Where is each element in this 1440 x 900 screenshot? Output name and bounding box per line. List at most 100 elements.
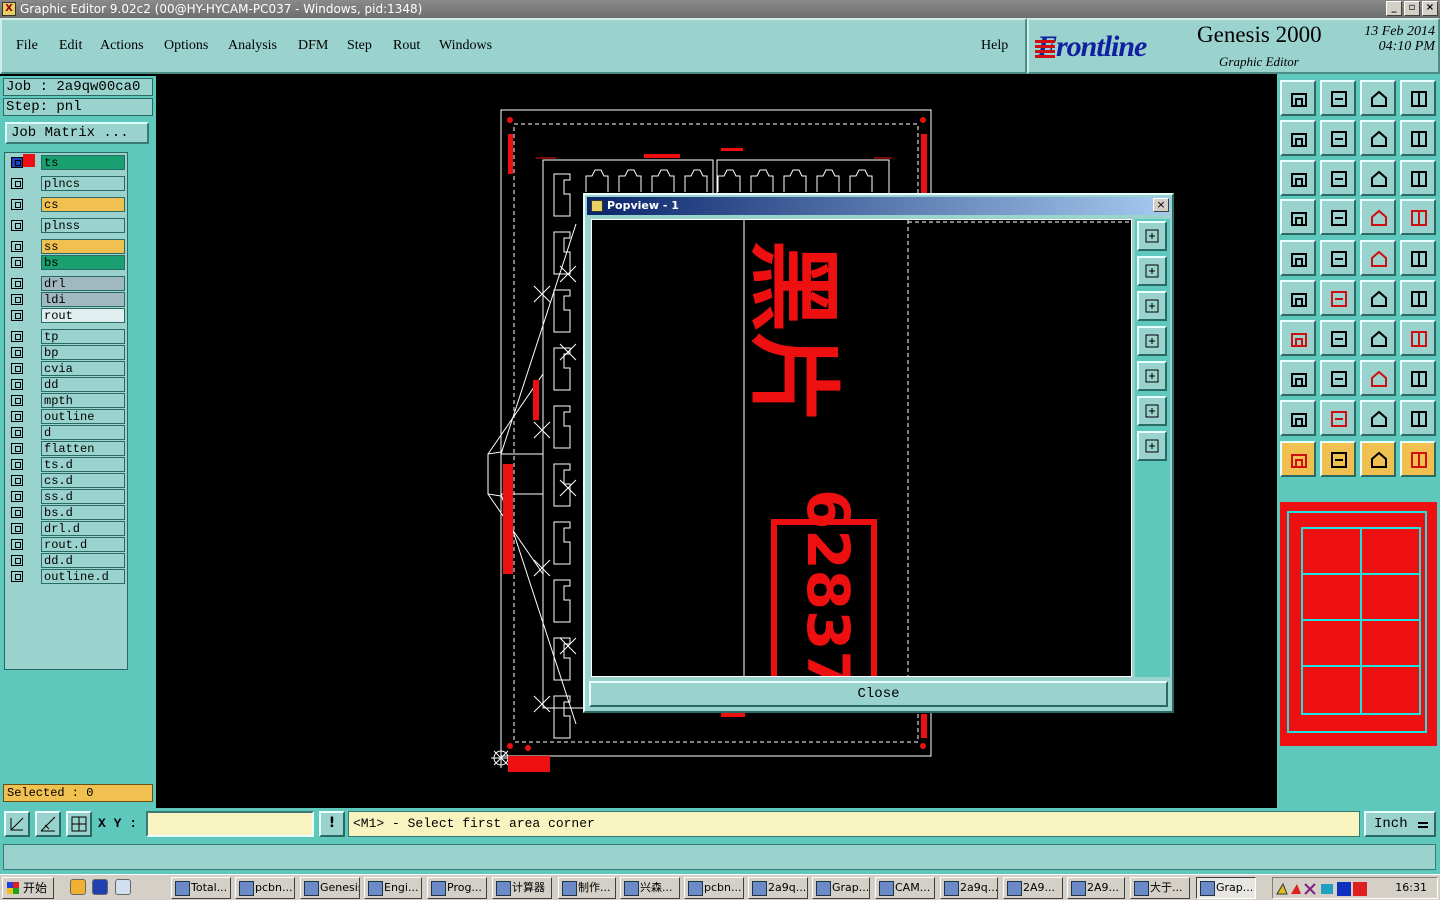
layer-row-cvia[interactable]: cvia (7, 361, 127, 376)
layer-row-rout-d[interactable]: rout.d (7, 537, 127, 552)
zoom-out-icon[interactable] (1360, 120, 1396, 156)
layer-checkbox[interactable] (11, 379, 23, 390)
home-layer-icon[interactable] (1280, 80, 1316, 116)
taskbar-item[interactable]: Grap... (1196, 877, 1256, 899)
layer-row-bp[interactable]: bp (7, 345, 127, 360)
layer-checkbox[interactable] (11, 157, 23, 168)
triangle-c-icon[interactable] (1360, 400, 1396, 436)
layer-row-dd-d[interactable]: dd.d (7, 553, 127, 568)
units-selector[interactable]: Inch (1364, 811, 1436, 837)
layer-row-d[interactable]: d (7, 425, 127, 440)
taskbar-item[interactable]: 2A9... (1003, 877, 1063, 899)
pointer-c-icon[interactable] (1360, 441, 1396, 477)
taskbar-item[interactable]: Prog... (427, 877, 487, 899)
layer-checkbox[interactable] (11, 427, 23, 438)
layer-row-ts[interactable]: ts (7, 154, 127, 170)
layer-checkbox[interactable] (11, 491, 23, 502)
taskbar-item[interactable]: CAM... (875, 877, 935, 899)
layer-checkbox[interactable] (11, 178, 23, 189)
taskbar-item[interactable]: 2a9q... (748, 877, 808, 899)
close-window-button[interactable]: × (1422, 1, 1438, 16)
popview-zoom-center-icon[interactable] (1137, 431, 1167, 461)
menu-analysis[interactable]: Analysis (228, 38, 277, 54)
popview-title-bar[interactable]: Popview - 1 (587, 197, 1170, 215)
app-icon[interactable]: X (2, 2, 16, 16)
settings-icon[interactable] (1280, 199, 1316, 235)
snap-icon[interactable] (4, 811, 30, 837)
layer-row-outline[interactable]: outline (7, 409, 127, 424)
taskbar-item[interactable]: Engi... (364, 877, 422, 899)
layer-checkbox[interactable] (11, 347, 23, 358)
dimension-icon[interactable] (1360, 360, 1396, 396)
angle-icon[interactable] (35, 811, 61, 837)
job-matrix-button[interactable]: Job Matrix ... (5, 122, 149, 144)
taskbar-item[interactable]: pcbn... (235, 877, 295, 899)
center-icon[interactable] (1320, 160, 1356, 196)
pan-right-icon[interactable] (1320, 120, 1356, 156)
taskbar-item[interactable]: 制作... (558, 877, 616, 899)
triangle-icon[interactable] (1280, 400, 1316, 436)
taskbar-item[interactable]: Total... (171, 877, 231, 899)
maximize-button[interactable]: ▫ (1404, 1, 1420, 16)
start-button[interactable]: 开始 (2, 877, 54, 899)
taskbar-item[interactable]: 2A9... (1067, 877, 1125, 899)
layer-row-mpth[interactable]: mpth (7, 393, 127, 408)
layer-checkbox[interactable] (11, 571, 23, 582)
layer-checkbox[interactable] (11, 443, 23, 454)
layer-checkbox[interactable] (11, 331, 23, 342)
taskbar-item[interactable]: Grap... (812, 877, 870, 899)
grid-icon[interactable] (66, 811, 92, 837)
layer-row-cs[interactable]: cs (7, 197, 127, 212)
pointer-b-icon[interactable] (1320, 441, 1356, 477)
menu-options[interactable]: Options (164, 38, 208, 54)
feature-select-icon[interactable] (1280, 240, 1316, 276)
layer-checkbox[interactable] (11, 363, 23, 374)
layer-checkbox[interactable] (11, 507, 23, 518)
popview-pan-left-icon[interactable] (1137, 326, 1167, 356)
layer-row-drl-d[interactable]: drl.d (7, 521, 127, 536)
popview-pan-right-icon[interactable] (1137, 361, 1167, 391)
layer-row-rout[interactable]: rout (7, 308, 127, 323)
layer-row-outline-d[interactable]: outline.d (7, 569, 127, 584)
pad-icon[interactable] (1400, 240, 1436, 276)
menu-windows[interactable]: Windows (439, 38, 492, 54)
layer-row-tp[interactable]: tp (7, 329, 127, 344)
alert-button[interactable]: ! (319, 811, 345, 837)
layer-checkbox[interactable] (11, 310, 23, 321)
layer-checkbox[interactable] (11, 523, 23, 534)
minimize-button[interactable]: _ (1386, 1, 1402, 16)
layer-row-plncs[interactable]: plncs (7, 176, 127, 191)
polygon-icon[interactable] (1280, 360, 1316, 396)
slash-icon[interactable] (1320, 320, 1356, 356)
popview-pan-up-icon[interactable] (1137, 256, 1167, 286)
measure-icon[interactable] (1360, 240, 1396, 276)
layer-checkbox[interactable] (11, 395, 23, 406)
net-compare-icon[interactable] (1400, 199, 1436, 235)
angle-icon[interactable] (1280, 320, 1316, 356)
layer-checkbox[interactable] (11, 278, 23, 289)
layer-row-ldi[interactable]: ldi (7, 292, 127, 307)
layer-checkbox[interactable] (11, 411, 23, 422)
layer-checkbox[interactable] (11, 220, 23, 231)
taskbar-item[interactable]: 2a9q... (940, 877, 998, 899)
text-icon[interactable] (1400, 320, 1436, 356)
layer-row-ts-d[interactable]: ts.d (7, 457, 127, 472)
popview-zoom-fit-icon[interactable] (1137, 396, 1167, 426)
layer-row-plnss[interactable]: plnss (7, 218, 127, 233)
open-layer-icon[interactable] (1320, 80, 1356, 116)
layer-checkbox[interactable] (11, 241, 23, 252)
layer-checkbox[interactable] (11, 475, 23, 486)
copy-icon[interactable] (1400, 280, 1436, 316)
menu-edit[interactable]: Edit (59, 38, 82, 54)
popview-close-button[interactable]: Close (589, 681, 1168, 707)
triangle-d-icon[interactable] (1400, 400, 1436, 436)
menu-help[interactable]: Help (981, 38, 1008, 54)
cross-icon[interactable] (1320, 280, 1356, 316)
layer-row-drl[interactable]: drl (7, 276, 127, 291)
one-to-one-icon[interactable] (1360, 160, 1396, 196)
popview-pan-down-icon[interactable] (1137, 291, 1167, 321)
popview-canvas[interactable]: 黑片 628372 (591, 219, 1132, 677)
popview-zoom-in-icon[interactable] (1137, 221, 1167, 251)
taskbar-item[interactable]: 计算器 (492, 877, 552, 899)
net-icon[interactable] (1360, 199, 1396, 235)
